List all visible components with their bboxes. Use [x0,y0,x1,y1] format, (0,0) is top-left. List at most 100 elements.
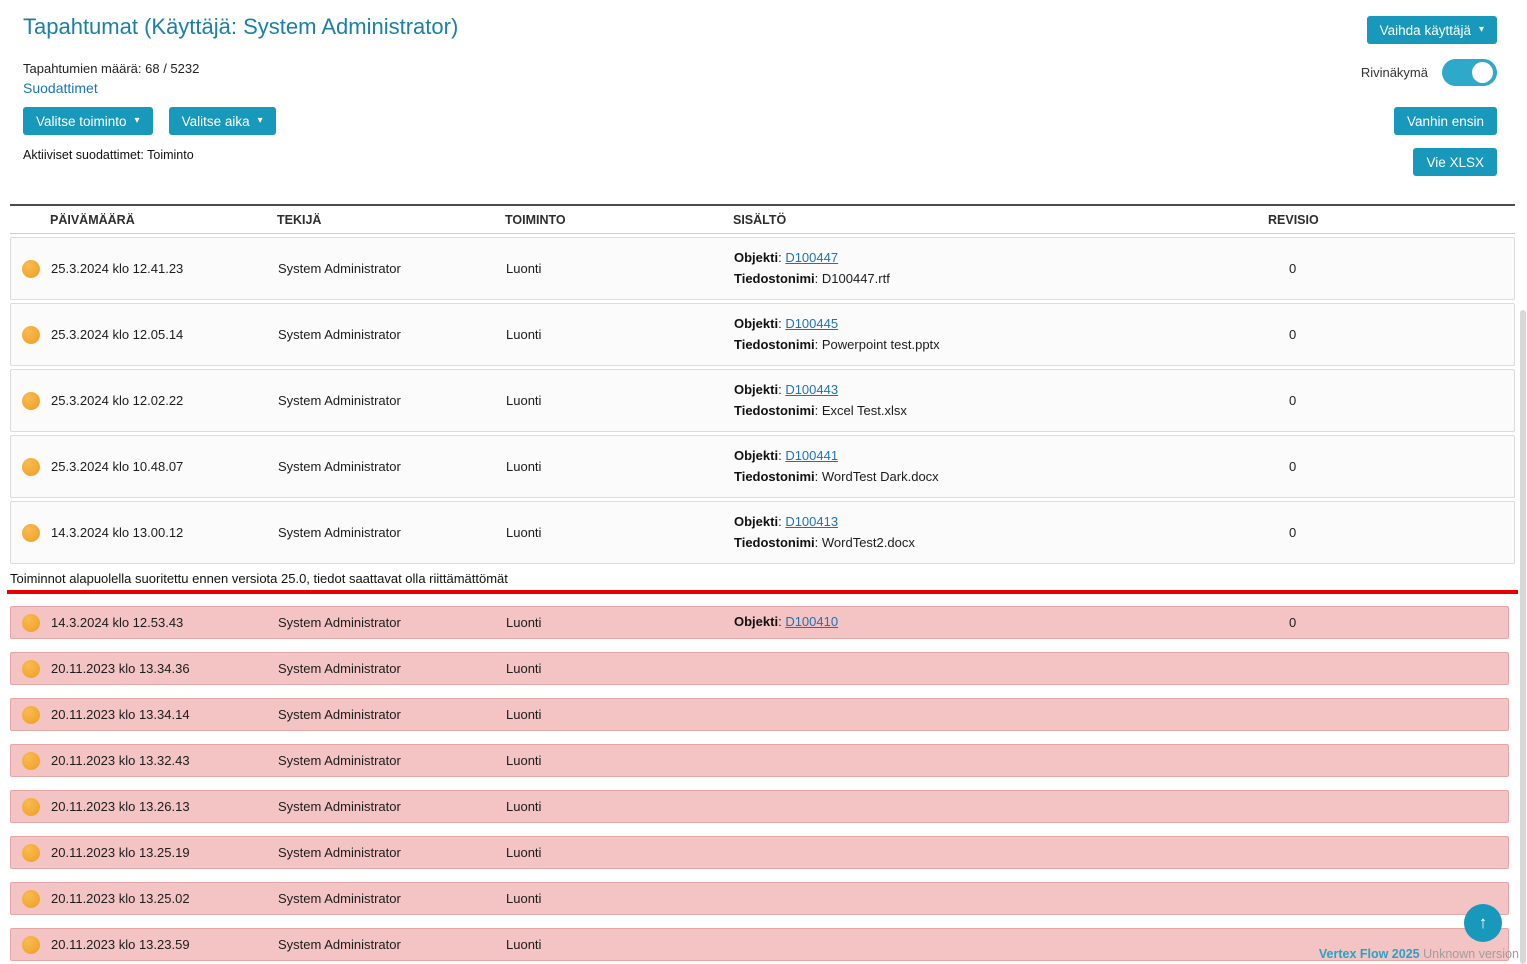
row-date: 20.11.2023 klo 13.34.36 [51,661,278,676]
row-author: System Administrator [278,799,506,814]
row-action: Luonti [506,707,734,722]
change-user-button[interactable]: Vaihda käyttäjä ▾ [1367,16,1497,44]
arrow-up-icon: ↑ [1479,913,1488,933]
event-row[interactable]: 14.3.2024 klo 13.00.12 System Administra… [10,501,1515,564]
row-icon-cell [11,798,51,816]
row-date: 20.11.2023 klo 13.26.13 [51,799,278,814]
status-dot-icon [22,614,40,632]
row-icon-cell [11,260,51,278]
row-revision: 0 [1269,393,1514,408]
event-count: Tapahtumien määrä: 68 / 5232 [23,61,199,76]
row-content: Objekti: D100445Tiedostonimi: Powerpoint… [734,312,1269,357]
row-date: 25.3.2024 klo 12.41.23 [51,261,278,276]
event-row[interactable]: 25.3.2024 klo 12.02.22 System Administra… [10,369,1515,432]
brand-name: Vertex Flow 2025 [1319,947,1420,961]
event-row[interactable]: 20.11.2023 klo 13.34.36 System Administr… [10,652,1509,685]
row-author: System Administrator [278,615,506,630]
column-content: SISÄLTÖ [733,213,1268,227]
object-link[interactable]: D100413 [785,514,838,529]
row-action: Luonti [506,937,734,952]
row-action: Luonti [506,261,734,276]
filename-label: Tiedostonimi [734,535,815,550]
row-action: Luonti [506,525,734,540]
row-revision: 0 [1269,615,1508,630]
toggle-knob [1472,62,1493,83]
event-row[interactable]: 25.3.2024 klo 10.48.07 System Administra… [10,435,1515,498]
row-action: Luonti [506,327,734,342]
status-dot-icon [22,752,40,770]
column-author: TEKIJÄ [277,213,505,227]
scrollbar-thumb[interactable] [1520,310,1526,964]
scrollbar[interactable] [1520,0,1527,964]
select-time-label: Valitse aika [182,114,250,129]
page-title: Tapahtumat (Käyttäjä: System Administrat… [23,14,458,40]
event-row[interactable]: 25.3.2024 klo 12.05.14 System Administra… [10,303,1515,366]
row-author: System Administrator [278,261,506,276]
status-dot-icon [22,706,40,724]
row-author: System Administrator [278,753,506,768]
row-icon-cell [11,524,51,542]
row-content: Objekti: D100413Tiedostonimi: WordTest2.… [734,510,1269,555]
row-date: 20.11.2023 klo 13.25.02 [51,891,278,906]
row-author: System Administrator [278,525,506,540]
oldest-first-button[interactable]: Vanhin ensin [1394,107,1497,135]
row-revision: 0 [1269,261,1514,276]
object-label: Objekti [734,250,778,265]
event-row[interactable]: 20.11.2023 klo 13.32.43 System Administr… [10,744,1509,777]
row-date: 25.3.2024 klo 12.02.22 [51,393,278,408]
row-date: 20.11.2023 klo 13.23.59 [51,937,278,952]
object-link[interactable]: D100410 [785,614,838,629]
row-action: Luonti [506,661,734,676]
version-label: Unknown version [1423,947,1519,961]
row-author: System Administrator [278,661,506,676]
select-time-button[interactable]: Valitse aika ▾ [169,107,276,135]
event-row[interactable]: 20.11.2023 klo 13.23.59 System Administr… [10,928,1509,961]
row-icon-cell [11,614,51,632]
row-date: 20.11.2023 klo 13.25.19 [51,845,278,860]
status-dot-icon [22,844,40,862]
select-action-button[interactable]: Valitse toiminto ▾ [23,107,153,135]
export-xlsx-button[interactable]: Vie XLSX [1413,148,1497,176]
row-view-toggle[interactable] [1442,59,1497,86]
table-header: PÄIVÄMÄÄRÄ TEKIJÄ TOIMINTO SISÄLTÖ REVIS… [10,204,1515,234]
event-row[interactable]: 14.3.2024 klo 12.53.43 System Administra… [10,606,1509,639]
object-link[interactable]: D100441 [785,448,838,463]
events-page: Tapahtumat (Käyttäjä: System Administrat… [0,0,1527,961]
row-content: Objekti: D100441Tiedostonimi: WordTest D… [734,444,1269,489]
filename-label: Tiedostonimi [734,403,815,418]
legacy-divider-line [7,590,1518,594]
event-row[interactable]: 25.3.2024 klo 12.41.23 System Administra… [10,237,1515,300]
status-dot-icon [22,458,40,476]
object-label: Objekti [734,382,778,397]
status-dot-icon [22,936,40,954]
chevron-down-icon: ▾ [258,116,263,126]
row-action: Luonti [506,753,734,768]
row-author: System Administrator [278,937,506,952]
row-icon-cell [11,706,51,724]
object-link[interactable]: D100447 [785,250,838,265]
status-dot-icon [22,326,40,344]
filters-link[interactable]: Suodattimet [23,80,98,96]
object-link[interactable]: D100443 [785,382,838,397]
row-action: Luonti [506,891,734,906]
row-author: System Administrator [278,327,506,342]
row-date: 14.3.2024 klo 12.53.43 [51,615,278,630]
object-link[interactable]: D100445 [785,316,838,331]
filter-buttons: Valitse toiminto ▾ Valitse aika ▾ [23,107,276,135]
column-date: PÄIVÄMÄÄRÄ [50,213,277,227]
row-icon-cell [11,890,51,908]
event-row[interactable]: 20.11.2023 klo 13.34.14 System Administr… [10,698,1509,731]
chevron-down-icon: ▾ [1479,25,1484,35]
status-dot-icon [22,890,40,908]
object-label: Objekti [734,614,778,629]
scroll-to-top-button[interactable]: ↑ [1464,904,1502,942]
filename-label: Tiedostonimi [734,337,815,352]
row-view-control: Rivinäkymä [1361,59,1497,86]
row-action: Luonti [506,393,734,408]
page-header: Tapahtumat (Käyttäjä: System Administrat… [0,0,1527,204]
event-row[interactable]: 20.11.2023 klo 13.25.02 System Administr… [10,882,1509,915]
event-row[interactable]: 20.11.2023 klo 13.26.13 System Administr… [10,790,1509,823]
row-action: Luonti [506,459,734,474]
row-content: Objekti: D100447Tiedostonimi: D100447.rt… [734,246,1269,291]
event-row[interactable]: 20.11.2023 klo 13.25.19 System Administr… [10,836,1509,869]
